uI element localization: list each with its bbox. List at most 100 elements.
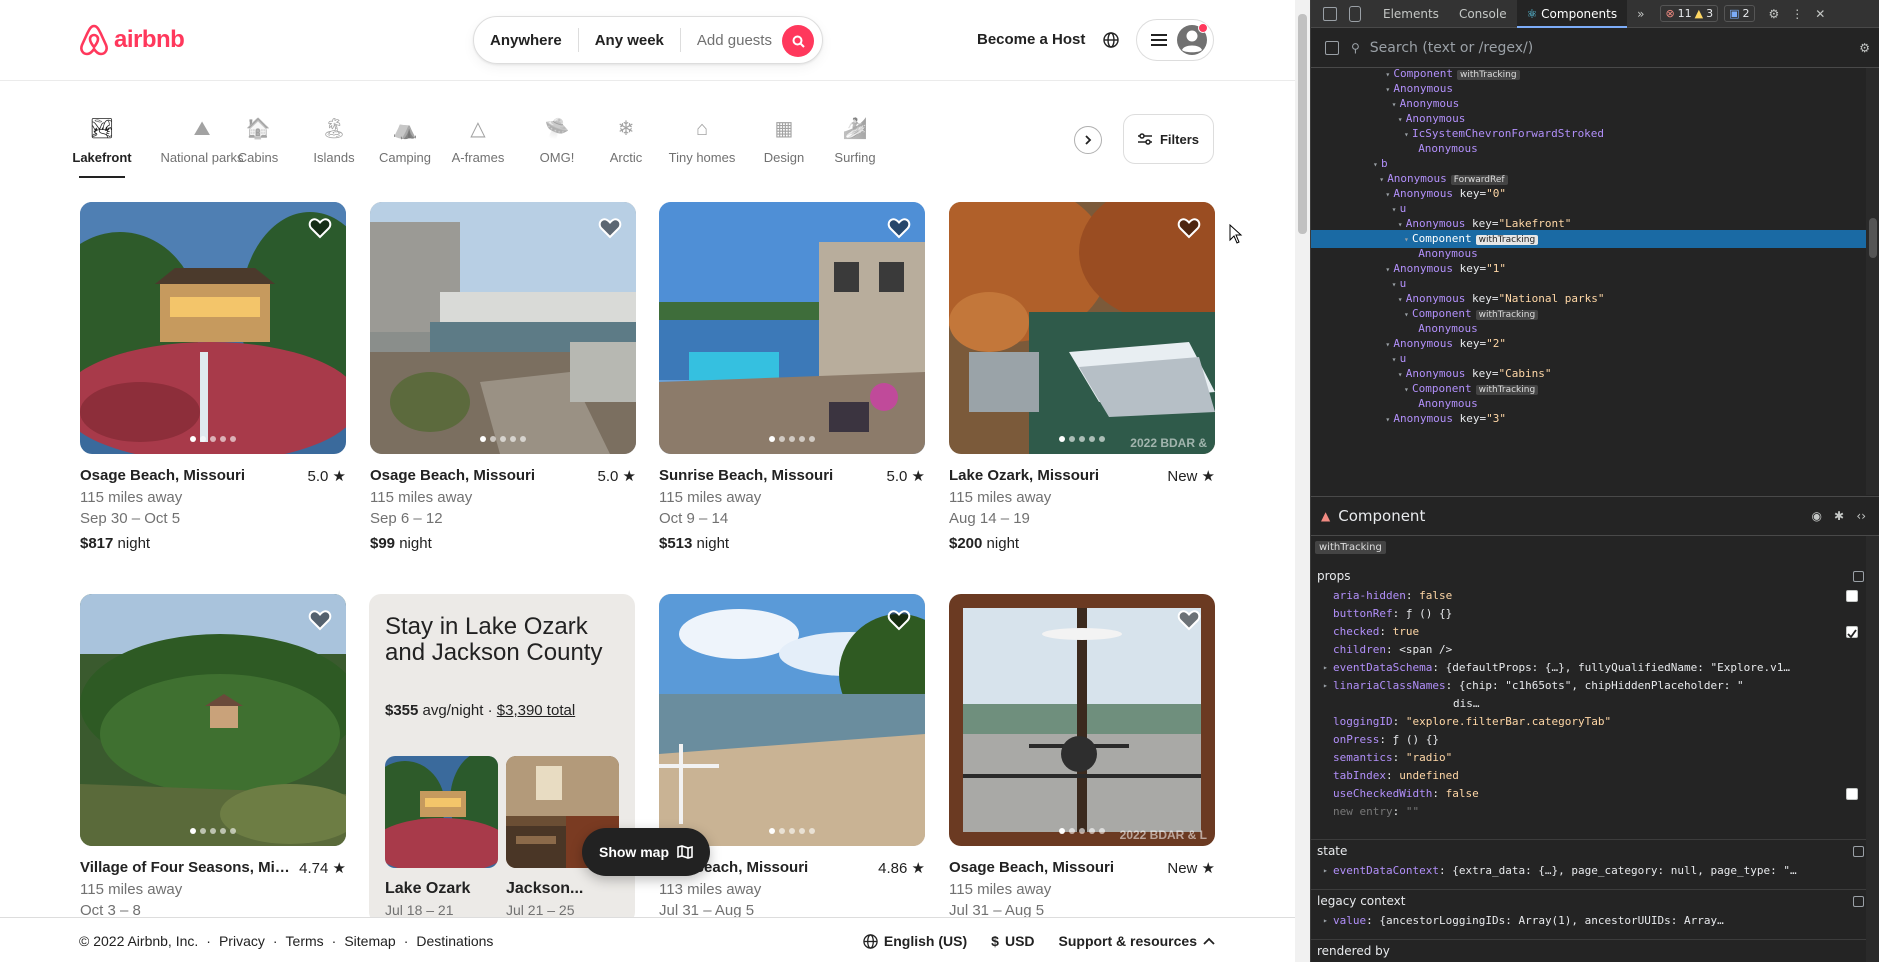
component-search-input[interactable]: Search (text or /regex/) [1370, 40, 1533, 56]
category-tab[interactable]: 🏠 Cabins [238, 100, 278, 178]
inspect-element-icon[interactable] [1323, 6, 1337, 21]
category-tab[interactable]: ⛰ National parks [159, 100, 245, 178]
copy-icon[interactable] [1853, 571, 1864, 582]
currency-selector[interactable]: $ USD [991, 933, 1034, 949]
eye-icon[interactable]: ◉ [1812, 509, 1822, 523]
copy-icon[interactable] [1853, 896, 1864, 907]
source-icon[interactable]: ‹› [1856, 509, 1866, 523]
listing-card[interactable]: Osage Beach, Missouri 5.0 ★ 115 miles awa… [80, 202, 346, 552]
airbnb-logo[interactable]: airbnb [79, 24, 185, 56]
footer-link-terms[interactable]: Terms [286, 933, 324, 949]
listing-photo[interactable] [659, 202, 925, 454]
listing-photo[interactable] [659, 594, 925, 846]
footer-link-sitemap[interactable]: Sitemap [344, 933, 395, 949]
bug-icon[interactable]: ✱ [1834, 509, 1844, 523]
messages-badge[interactable]: ▣ 2 [1724, 5, 1755, 22]
search-button[interactable] [782, 25, 814, 57]
heart-icon[interactable] [887, 216, 911, 240]
promo-card[interactable]: Stay in Lake Ozark and Jackson County $3… [369, 594, 635, 924]
copy-icon[interactable] [1853, 846, 1864, 857]
listing-photo[interactable]: 2022 BDAR & [949, 202, 1215, 454]
settings-gear-icon[interactable]: ⚙ [1859, 41, 1870, 55]
airbnb-logo-icon [80, 24, 108, 56]
more-options-icon[interactable]: ⋮ [1791, 7, 1803, 21]
prop-row[interactable]: checked: true [1311, 623, 1879, 641]
tree-scrollbar[interactable] [1866, 68, 1879, 495]
tab-elements[interactable]: Elements [1373, 0, 1449, 28]
promo-item[interactable]: Lake Ozark Jul 18 – 21 [385, 756, 498, 918]
listing-card[interactable]: 2022 BDAR & L Osage Beach, Missouri New ★… [949, 594, 1215, 919]
listing-photo[interactable] [370, 202, 636, 454]
select-component-icon[interactable] [1325, 41, 1339, 55]
search-bar[interactable]: Anywhere Any week Add guests [473, 16, 823, 64]
prop-row[interactable]: ▸ value: {ancestorLoggingIDs: Array(1), a… [1311, 912, 1879, 930]
become-host-link[interactable]: Become a Host [977, 31, 1085, 48]
listing-price: $817 night [80, 535, 151, 552]
prop-row[interactable]: ▸ eventDataContext: {extra_data: {…}, pag… [1311, 862, 1879, 880]
prop-row[interactable]: tabIndex: undefined [1311, 767, 1879, 785]
close-icon[interactable]: ✕ [1815, 7, 1825, 21]
prop-row[interactable]: buttonRef: ƒ () {} [1311, 605, 1879, 623]
settings-gear-icon[interactable]: ⚙ [1769, 7, 1780, 21]
language-button[interactable] [1100, 29, 1122, 51]
more-tabs-icon[interactable]: » [1627, 0, 1654, 28]
listing-rating: 4.86 ★ [878, 860, 925, 877]
heart-icon[interactable] [1177, 216, 1201, 240]
prop-row[interactable]: ▸ linariaClassNames: {chip: "c1h65ots", c… [1311, 677, 1879, 695]
category-tab[interactable]: 🏝 Islands [313, 100, 354, 178]
language-selector[interactable]: English (US) [863, 933, 967, 949]
search-add-guests[interactable]: Add guests [681, 32, 788, 49]
category-next-button[interactable] [1074, 126, 1102, 154]
listing-dates: Sep 6 – 12 [370, 510, 443, 527]
listing-card[interactable]: 2022 BDAR & Lake Ozark, Missouri New ★ 11… [949, 202, 1215, 552]
listing-photo[interactable] [80, 594, 346, 846]
category-tab[interactable]: ▦ Design [764, 100, 804, 178]
prop-row[interactable]: ▸ eventDataSchema: {defaultProps: {…}, fu… [1311, 659, 1879, 677]
device-toggle-icon[interactable] [1349, 5, 1361, 22]
show-map-button[interactable]: Show map [582, 828, 710, 876]
tab-console[interactable]: Console [1449, 0, 1517, 28]
support-resources[interactable]: Support & resources [1059, 933, 1215, 949]
heart-icon[interactable] [308, 608, 332, 632]
prop-row[interactable]: useCheckedWidth: false [1311, 785, 1879, 803]
category-tab[interactable]: 🏞 Lakefront [72, 100, 132, 178]
category-tab[interactable]: ❄ Arctic [609, 100, 643, 178]
search-anywhere[interactable]: Anywhere [474, 32, 578, 49]
checkbox[interactable] [1846, 626, 1858, 639]
heart-icon[interactable] [598, 216, 622, 240]
listing-card[interactable]: Village of Four Seasons, Miss... 4.74 ★ 1… [80, 594, 346, 919]
promo-total[interactable]: $3,390 total [497, 702, 575, 719]
prop-row[interactable]: children: <span /> [1311, 641, 1879, 659]
prop-row[interactable]: onPress: ƒ () {} [1311, 731, 1879, 749]
heart-icon[interactable] [887, 608, 911, 632]
listing-card[interactable]: Sunrise Beach, Missouri 5.0 ★ 115 miles a… [659, 202, 925, 552]
checkbox[interactable] [1846, 590, 1858, 602]
category-tab[interactable]: ⛺ Camping [379, 100, 431, 178]
prop-row[interactable]: loggingID: "explore.filterBar.categoryTa… [1311, 713, 1879, 731]
user-menu-button[interactable] [1136, 19, 1214, 61]
heart-icon[interactable] [308, 216, 332, 240]
footer-link-destinations[interactable]: Destinations [416, 933, 493, 949]
issues-badge[interactable]: ⊗ 11 ▲ 3 [1660, 5, 1719, 22]
map-icon [677, 845, 693, 859]
heart-icon[interactable] [1177, 608, 1201, 632]
category-tab[interactable]: 🏄 Surfing [834, 100, 875, 178]
checkbox[interactable] [1846, 788, 1858, 800]
search-any-week[interactable]: Any week [579, 32, 680, 49]
prop-row[interactable]: new entry: "" [1311, 803, 1879, 821]
category-tab[interactable]: ⌂ Tiny homes [669, 100, 736, 178]
footer-link-privacy[interactable]: Privacy [219, 933, 265, 949]
category-tab[interactable]: △ A-frames [452, 100, 505, 178]
listing-photo[interactable]: 2022 BDAR & L [949, 594, 1215, 846]
category-tab[interactable]: 🛸 OMG! [540, 100, 575, 178]
filters-button[interactable]: Filters [1123, 114, 1214, 164]
inspector-scrollbar[interactable] [1866, 536, 1879, 962]
prop-row[interactable]: semantics: "radio" [1311, 749, 1879, 767]
listing-photo[interactable] [80, 202, 346, 454]
listing-card[interactable]: Osage Beach, Missouri 5.0 ★ 115 miles awa… [370, 202, 636, 552]
tree-node[interactable]: ▾ Anonymous key="3" [1311, 410, 1866, 428]
prop-row[interactable]: aria-hidden: false [1311, 587, 1879, 605]
prop-row[interactable]: dis… [1311, 695, 1879, 713]
tab-components[interactable]: ⚛ Components [1516, 0, 1628, 28]
page-scrollbar[interactable] [1295, 0, 1310, 962]
